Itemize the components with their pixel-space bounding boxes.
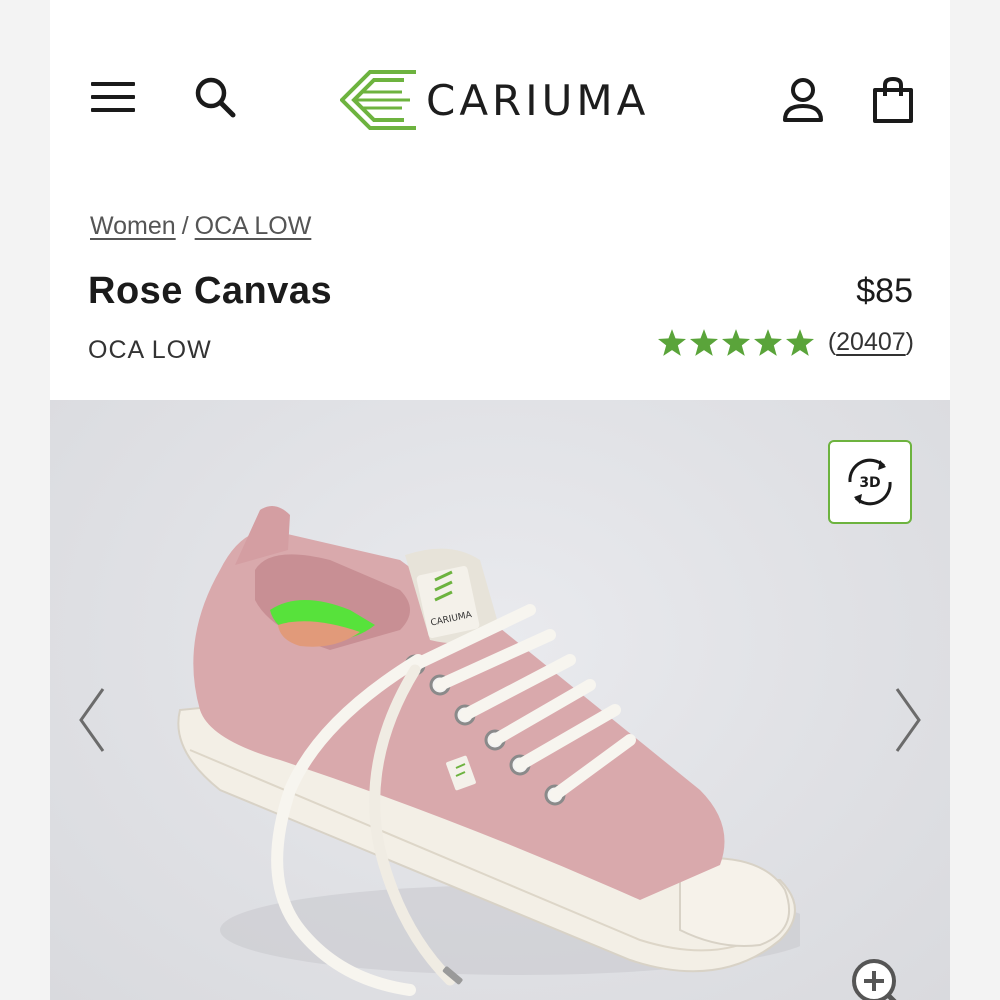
product-price: $85 bbox=[856, 272, 913, 310]
hamburger-menu-icon bbox=[91, 82, 135, 112]
gallery-prev-button[interactable] bbox=[72, 680, 112, 760]
product-title: Rose Canvas bbox=[88, 270, 333, 312]
product-collection: OCA LOW bbox=[88, 336, 212, 364]
zoom-button[interactable] bbox=[848, 955, 908, 1000]
star-icon bbox=[721, 329, 750, 356]
search-button[interactable] bbox=[190, 72, 240, 122]
product-image-rose-canvas-sneaker: CARIUMA bbox=[177, 506, 800, 996]
3d-rotate-icon: 3D bbox=[848, 458, 892, 506]
star-icon bbox=[657, 329, 686, 356]
star-rating bbox=[657, 329, 814, 356]
breadcrumb-link-oca-low[interactable]: OCA LOW bbox=[195, 212, 312, 240]
cariuma-chevron-logo-icon bbox=[340, 70, 416, 130]
star-icon bbox=[785, 329, 814, 356]
left-margin bbox=[0, 0, 50, 1000]
chevron-left-icon bbox=[79, 688, 105, 752]
chevron-right-icon bbox=[895, 688, 921, 752]
star-icon bbox=[689, 329, 718, 356]
gallery-next-button[interactable] bbox=[888, 680, 928, 760]
search-icon bbox=[195, 77, 236, 118]
breadcrumb-separator: / bbox=[181, 212, 189, 240]
product-page: CARIUMA Women / OCA LOW Rose Canvas $85 OC… bbox=[50, 30, 950, 1000]
brand-logo[interactable]: CARIUMA bbox=[340, 65, 649, 135]
review-count: 20407 bbox=[836, 328, 906, 356]
3d-label: 3D bbox=[859, 475, 880, 491]
zoom-in-icon bbox=[852, 959, 897, 1000]
account-button[interactable] bbox=[775, 72, 830, 127]
breadcrumb-link-women[interactable]: Women bbox=[90, 212, 176, 240]
shopping-bag-icon bbox=[872, 76, 913, 123]
top-margin bbox=[0, 0, 1000, 30]
site-header: CARIUMA bbox=[50, 30, 950, 170]
review-count-link[interactable]: (20407) bbox=[828, 328, 914, 357]
view-3d-button[interactable]: 3D bbox=[828, 440, 912, 524]
right-margin bbox=[950, 0, 1000, 1000]
star-icon bbox=[753, 329, 782, 356]
product-image-gallery[interactable]: CARIUMA 3D bbox=[50, 400, 950, 1000]
product-rating[interactable]: (20407) bbox=[657, 328, 914, 357]
review-paren-close: ) bbox=[905, 328, 914, 356]
cart-button[interactable] bbox=[865, 72, 920, 127]
brand-name: CARIUMA bbox=[426, 75, 650, 125]
review-paren-open: ( bbox=[827, 328, 837, 356]
user-icon bbox=[782, 77, 823, 122]
breadcrumb: Women / OCA LOW bbox=[90, 212, 311, 241]
menu-button[interactable] bbox=[88, 72, 138, 122]
